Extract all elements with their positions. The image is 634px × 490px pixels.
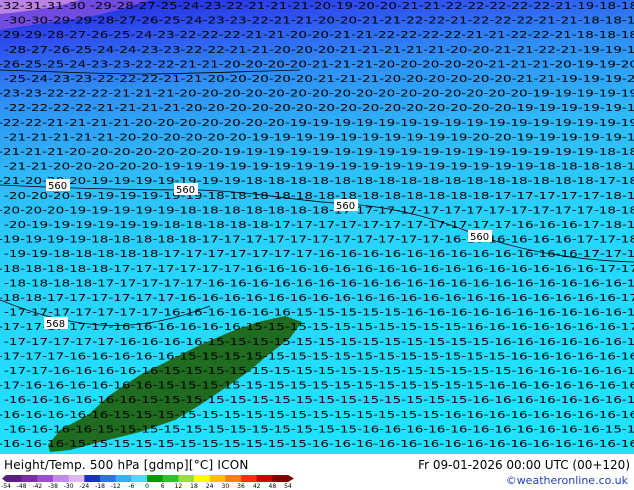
temp-label-row: -17-17-17-17-17-16-16-16-16-16-16-15-15-… [0, 322, 634, 333]
temp-label-row: -20-20-20-19-19-19-19-19-19-18-18-18-18-… [4, 191, 634, 202]
temp-label-row: -32-31-31-30 -29-28-27-25-24-23-22-21-21… [0, 1, 634, 12]
colorbar-tick-label: 24 [205, 483, 214, 490]
colorbar-tick-label: -38 [48, 483, 58, 490]
colorbar-tick-label: -24 [79, 483, 90, 490]
temp-label-row: -20-19-19-19-19-19-19-18-18-18-18-18-17-… [4, 220, 634, 231]
temp-label-row: -28-27-26-25-24-24-23-23-22-22-21-21-20-… [4, 45, 634, 56]
weather-map: -32-31-31-30 -29-28-27-25-24-23-22-21-21… [0, 0, 634, 454]
colorbar-segment [209, 475, 226, 482]
colorbar-tick-label: -42 [32, 483, 43, 490]
colorbar-segment [37, 475, 54, 482]
temp-label-row: -16-16-16-15-15-15-15-15-15-15-15-15-15-… [0, 439, 634, 450]
colorbar-segment [147, 475, 163, 482]
temp-label-row: -21-21-21-20-20-20-20-20-20-20-19-19-19-… [0, 147, 634, 158]
temp-label-row: -22-22-21-21-21-21-20-20-20-20-20-20-20-… [0, 118, 634, 129]
colorbar-segment [100, 475, 116, 482]
temp-label-row: -29-29-28-27-26-25-24-23-22-22-22-21-21-… [0, 30, 634, 41]
colorbar-segment [21, 475, 38, 482]
colorbar-segment [68, 475, 85, 482]
temp-label-row: -18-18-17-17-17-17-17-17-16-16-16-16-16-… [0, 293, 634, 304]
colorbar-left-arrow [2, 475, 6, 482]
temp-label-row: -25-24-23-23-22-22-22-21-21-20-20-20-20-… [4, 74, 634, 85]
temp-label-row: -18-18-18-18-18-17-17-17-17-17-17-16-16-… [0, 264, 634, 275]
colorbar-segment [178, 475, 195, 482]
temp-label-row: -21-20-20-20-19-19-19-19-19-19-19-18-18-… [0, 176, 634, 187]
colorbar-tick-label: -6 [128, 483, 135, 490]
colorbar-segment [53, 475, 69, 482]
colorbar-segment [115, 475, 132, 482]
temp-label-row: -18-18-18-18-17-17-17-17-17-16-16-16-16-… [4, 278, 634, 289]
temp-label-row: -26-25-25-24-23-23-22-22-21-21-20-20-20-… [0, 59, 634, 70]
colorbar-segment [256, 475, 273, 482]
temp-label-row: -17-17-16-16-16-16-16-15-15-15-15-15-15-… [4, 366, 634, 377]
colorbar-tick-label: 6 [160, 483, 165, 490]
colorbar-segment [162, 475, 179, 482]
temp-label-row: -23-23-22-22-22-21-21-21-20-20-20-20-20-… [0, 89, 634, 100]
colorbar-tick-label: -12 [110, 483, 121, 490]
temp-label-row: -16-16-16-16-15-15-15-15-15-15-15-15-15-… [4, 424, 634, 435]
temp-label-row: -16-16-16-16-16-16-15-15-15-15-15-15-15-… [4, 395, 634, 406]
colorbar-segment [84, 475, 101, 482]
colorbar-segment [225, 475, 242, 482]
colorbar-tick-label: 54 [284, 483, 292, 490]
colorbar-segment [241, 475, 257, 482]
colorbar-tick-label: 30 [221, 483, 230, 490]
contour-label-560-d: 560 [470, 232, 489, 243]
temp-label-row: -20-20-20-19-19-19-19-19-18-18-18-18-18-… [0, 205, 634, 216]
chart-title: Height/Temp. 500 hPa [gdmp][°C] ICON [4, 458, 249, 472]
colorbar-tick-label: 42 [252, 483, 261, 490]
colorbar-tick-label: 12 [174, 483, 183, 490]
temp-label-row: -19-19-19-19-18-18-18-18-18-17-17-17-17-… [0, 235, 634, 246]
colorbar-tick-label: -30 [63, 483, 74, 490]
temp-label-row: -17-17-17-17-17-16-16-16-16-15-15-15-15-… [4, 337, 634, 348]
copyright[interactable]: ©weatheronline.co.uk [506, 474, 628, 487]
colorbar-segment [272, 475, 289, 482]
temp-label-row: -21-21-20-20-20-20-20-19-19-19-19-19-19-… [4, 162, 634, 173]
contour-label-560-c: 560 [336, 201, 355, 212]
valid-time: Fr 09-01-2026 00:00 UTC (00+120) [418, 458, 630, 472]
temp-label-row: -22-22-22-22-21-21-21-21-20-20-20-20-20-… [4, 103, 634, 114]
temp-label-row: -17-17-17-17-17-17-17-16-16-16-16-16-16-… [4, 308, 634, 319]
colorbar-segment [194, 475, 210, 482]
temp-label-row: -19-19-18-18-18-18-18-17-17-17-17-17-17-… [4, 249, 634, 260]
temp-label-row: -17-16-16-16-16-16-16-15-15-15-15-15-15-… [0, 381, 634, 392]
contour-label-568: 568 [46, 319, 65, 330]
colorbar-tick-label: -48 [16, 483, 27, 490]
colorbar-right-arrow [288, 475, 294, 482]
temp-label-row: -30-30-29-29-28-27-26-25-24-23-23-22-21-… [4, 16, 634, 27]
temp-label-row: -17-17-17-16-16-16-16-16-15-15-15-15-15-… [0, 351, 634, 362]
colorbar-tick-label: -18 [95, 483, 105, 490]
contour-label-560-a: 560 [48, 181, 67, 192]
colorbar-ticks: -54 -48 -42 -38 -30 -24 -18 -12 -6 0 6 12 18 24 30 36 42… [1, 483, 302, 490]
contour-label-560-b: 560 [176, 185, 195, 196]
colorbar-tick-label: 0 [145, 483, 149, 490]
temp-label-row: -21-21-21-21-21-20-20-20-20-20-20-19-19-… [4, 132, 634, 143]
colorbar-segment [131, 475, 148, 482]
colorbar [2, 475, 294, 482]
temperature-labels: -32-31-31-30 -29-28-27-25-24-23-22-21-21… [0, 1, 634, 450]
colorbar-segment [6, 475, 22, 482]
temp-label-row: -16-16-16-16-16-15-15-15-15-15-15-15-15-… [0, 410, 634, 421]
colorbar-tick-label: 36 [237, 483, 245, 490]
colorbar-tick-label: -54 [1, 483, 11, 490]
colorbar-tick-label: 48 [268, 483, 277, 490]
colorbar-tick-label: 18 [190, 483, 198, 490]
